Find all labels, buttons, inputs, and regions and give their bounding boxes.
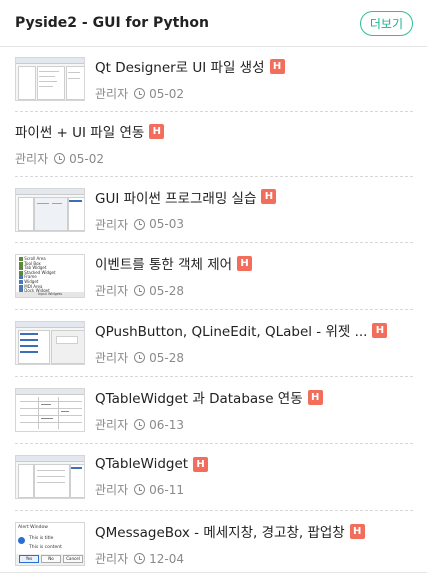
post-title[interactable]: QPushButton, QLineEdit, QLabel - 위젯 ... xyxy=(95,320,367,340)
post-date: 05-28 xyxy=(149,350,184,365)
clock-icon xyxy=(134,419,146,430)
board-title: Pyside2 - GUI for Python xyxy=(15,15,209,31)
hot-badge: H xyxy=(372,322,388,338)
post-item[interactable]: QPushButton, QLineEdit, QLabel - 위젯 ... H… xyxy=(15,310,413,377)
post-thumbnail[interactable] xyxy=(15,455,85,499)
post-title[interactable]: 파이썬 + UI 파일 연동 xyxy=(15,121,144,141)
post-author: 관리자 xyxy=(95,87,129,101)
post-date: 06-13 xyxy=(149,417,184,432)
hot-badge: H xyxy=(307,389,323,405)
hot-badge: H xyxy=(269,58,285,74)
post-thumbnail[interactable]: Scroll Area Tool Box Tab Widget Stacked … xyxy=(15,254,85,298)
post-item[interactable]: Alert Window This is title This is conte… xyxy=(15,511,413,577)
post-date: 05-28 xyxy=(149,283,184,298)
post-author: 관리자 xyxy=(95,552,129,566)
post-author: 관리자 xyxy=(95,418,129,432)
clock-icon xyxy=(134,285,146,296)
clock-icon xyxy=(134,484,146,495)
clock-icon xyxy=(134,218,146,230)
hot-badge: H xyxy=(193,456,209,472)
post-thumbnail[interactable] xyxy=(15,388,85,432)
post-item[interactable]: GUI 파이썬 프로그래밍 실습 H 관리자 05-03 xyxy=(15,177,413,243)
post-title[interactable]: QTableWidget 과 Database 연동 xyxy=(95,387,303,407)
post-title[interactable]: Qt Designer로 UI 파일 생성 xyxy=(95,56,265,76)
post-author: 관리자 xyxy=(95,351,129,365)
hot-badge: H xyxy=(149,123,165,139)
clock-icon xyxy=(134,352,146,363)
hot-badge: H xyxy=(349,523,365,539)
post-title[interactable]: 이벤트를 통한 객체 제어 xyxy=(95,253,232,273)
post-thumbnail[interactable] xyxy=(15,57,85,101)
hot-badge: H xyxy=(237,255,253,271)
post-list: Qt Designer로 UI 파일 생성 H 관리자 05-02 파이썬 + UI… xyxy=(0,47,427,577)
more-button[interactable]: 더보기 xyxy=(359,10,413,36)
post-date: 05-03 xyxy=(149,217,184,231)
post-date: 05-02 xyxy=(69,151,104,166)
post-author: 관리자 xyxy=(95,217,129,232)
post-thumbnail[interactable] xyxy=(15,187,85,232)
post-date: 12-04 xyxy=(149,551,184,566)
post-date: 06-11 xyxy=(149,482,184,497)
post-item[interactable]: Qt Designer로 UI 파일 생성 H 관리자 05-02 xyxy=(15,47,413,112)
post-author: 관리자 xyxy=(15,152,49,166)
post-title[interactable]: QTableWidget xyxy=(95,456,188,472)
clock-icon xyxy=(54,153,66,164)
post-item[interactable]: Scroll Area Tool Box Tab Widget Stacked … xyxy=(15,243,413,310)
post-author: 관리자 xyxy=(95,483,129,497)
widget-header: Pyside2 - GUI for Python 더보기 xyxy=(0,0,427,47)
post-date: 05-02 xyxy=(149,86,184,101)
post-item[interactable]: QTableWidget 과 Database 연동 H 관리자 06-13 xyxy=(15,377,413,444)
board-widget: Pyside2 - GUI for Python 더보기 Qt Designer… xyxy=(0,0,427,573)
post-title[interactable]: GUI 파이썬 프로그래밍 실습 xyxy=(95,187,256,207)
post-thumbnail[interactable]: Alert Window This is title This is conte… xyxy=(15,522,85,566)
post-author: 관리자 xyxy=(95,284,129,298)
clock-icon xyxy=(134,553,146,564)
post-item[interactable]: QTableWidget H 관리자 06-11 xyxy=(15,444,413,511)
clock-icon xyxy=(134,88,146,99)
post-title[interactable]: QMessageBox - 메세지창, 경고창, 팝업창 xyxy=(95,521,345,541)
post-item[interactable]: 파이썬 + UI 파일 연동 H 관리자 05-02 xyxy=(15,112,413,177)
hot-badge: H xyxy=(261,189,277,204)
post-thumbnail[interactable] xyxy=(15,321,85,365)
